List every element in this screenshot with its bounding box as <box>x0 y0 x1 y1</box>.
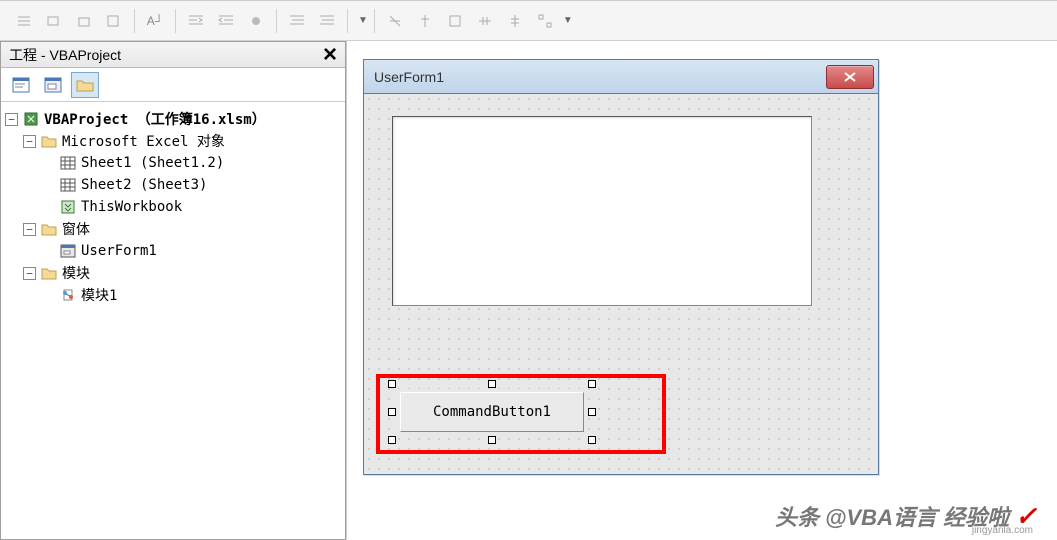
userform-window[interactable]: UserForm1 CommandButton1 <box>363 59 879 475</box>
close-icon <box>843 72 857 82</box>
align-btn-1[interactable] <box>381 7 409 35</box>
align-btn-4[interactable] <box>471 7 499 35</box>
panel-toolbar <box>1 68 345 102</box>
view-code-btn[interactable] <box>7 72 35 98</box>
form-titlebar[interactable]: UserForm1 <box>364 60 878 94</box>
workbook-icon <box>59 199 77 215</box>
resize-handle[interactable] <box>588 380 596 388</box>
folder-icon <box>40 133 58 149</box>
breakpoint-btn[interactable] <box>242 7 270 35</box>
collapse-icon[interactable]: − <box>23 135 36 148</box>
tree-userform[interactable]: UserForm1 <box>5 240 341 262</box>
tool-btn-2[interactable] <box>40 7 68 35</box>
tree-root[interactable]: − VBAProject （工作簿16.xlsm） <box>5 108 341 130</box>
font-size-btn[interactable]: A┘ <box>141 7 169 35</box>
module-icon <box>59 287 77 303</box>
project-tree[interactable]: − VBAProject （工作簿16.xlsm） − Microsoft Ex… <box>1 102 345 539</box>
tree-sheet1[interactable]: Sheet1 (Sheet1.2) <box>5 152 341 174</box>
folder-icon <box>40 265 58 281</box>
panel-title: 工程 - VBAProject <box>9 45 319 65</box>
align-btn-2[interactable] <box>411 7 439 35</box>
resize-handle[interactable] <box>388 380 396 388</box>
form-title: UserForm1 <box>374 69 826 85</box>
sheet-icon <box>59 155 77 171</box>
command-button[interactable]: CommandButton1 <box>400 392 584 432</box>
comment-btn[interactable] <box>283 7 311 35</box>
collapse-icon[interactable]: − <box>23 267 36 280</box>
resize-handle[interactable] <box>388 436 396 444</box>
align-btn-6[interactable] <box>531 7 559 35</box>
tree-forms[interactable]: − 窗体 <box>5 218 341 240</box>
outdent-btn[interactable] <box>182 7 210 35</box>
align-btn-3[interactable] <box>441 7 469 35</box>
dropdown-arrow[interactable]: ▼ <box>358 15 368 26</box>
tree-modules[interactable]: − 模块 <box>5 262 341 284</box>
separator <box>374 9 375 33</box>
tree-module1[interactable]: 模块1 <box>5 284 341 306</box>
separator <box>134 9 135 33</box>
form-body[interactable]: CommandButton1 <box>364 94 878 474</box>
resize-handle[interactable] <box>488 380 496 388</box>
folder-icon <box>40 221 58 237</box>
collapse-icon[interactable]: − <box>5 113 18 126</box>
project-explorer-panel: 工程 - VBAProject × − VBAProject （工作簿16.xl… <box>0 41 346 540</box>
separator <box>276 9 277 33</box>
form-icon <box>59 243 77 259</box>
tool-btn-4[interactable] <box>100 7 128 35</box>
view-object-btn[interactable] <box>39 72 67 98</box>
tree-excel-objects[interactable]: − Microsoft Excel 对象 <box>5 130 341 152</box>
listbox-control[interactable] <box>392 116 812 306</box>
resize-handle[interactable] <box>588 436 596 444</box>
close-button[interactable] <box>826 65 874 89</box>
indent-btn[interactable] <box>212 7 240 35</box>
main-toolbar: A┘ ▼ ▼ <box>0 1 1057 41</box>
separator <box>175 9 176 33</box>
toggle-folders-btn[interactable] <box>71 72 99 98</box>
tool-btn-3[interactable] <box>70 7 98 35</box>
form-designer[interactable]: UserForm1 CommandButton1 <box>346 41 1057 540</box>
tree-workbook[interactable]: ThisWorkbook <box>5 196 341 218</box>
separator <box>347 9 348 33</box>
resize-handle[interactable] <box>488 436 496 444</box>
align-btn-5[interactable] <box>501 7 529 35</box>
project-icon <box>22 111 40 127</box>
tree-sheet2[interactable]: Sheet2 (Sheet3) <box>5 174 341 196</box>
uncomment-btn[interactable] <box>313 7 341 35</box>
watermark-url: jingyanla.com <box>972 525 1033 536</box>
dropdown-arrow[interactable]: ▼ <box>563 15 573 26</box>
close-icon[interactable]: × <box>319 45 341 65</box>
resize-handle[interactable] <box>388 408 396 416</box>
commandbutton-selection[interactable]: CommandButton1 <box>392 384 592 440</box>
collapse-icon[interactable]: − <box>23 223 36 236</box>
sheet-icon <box>59 177 77 193</box>
tool-btn-1[interactable] <box>10 7 38 35</box>
resize-handle[interactable] <box>588 408 596 416</box>
panel-header: 工程 - VBAProject × <box>1 42 345 68</box>
